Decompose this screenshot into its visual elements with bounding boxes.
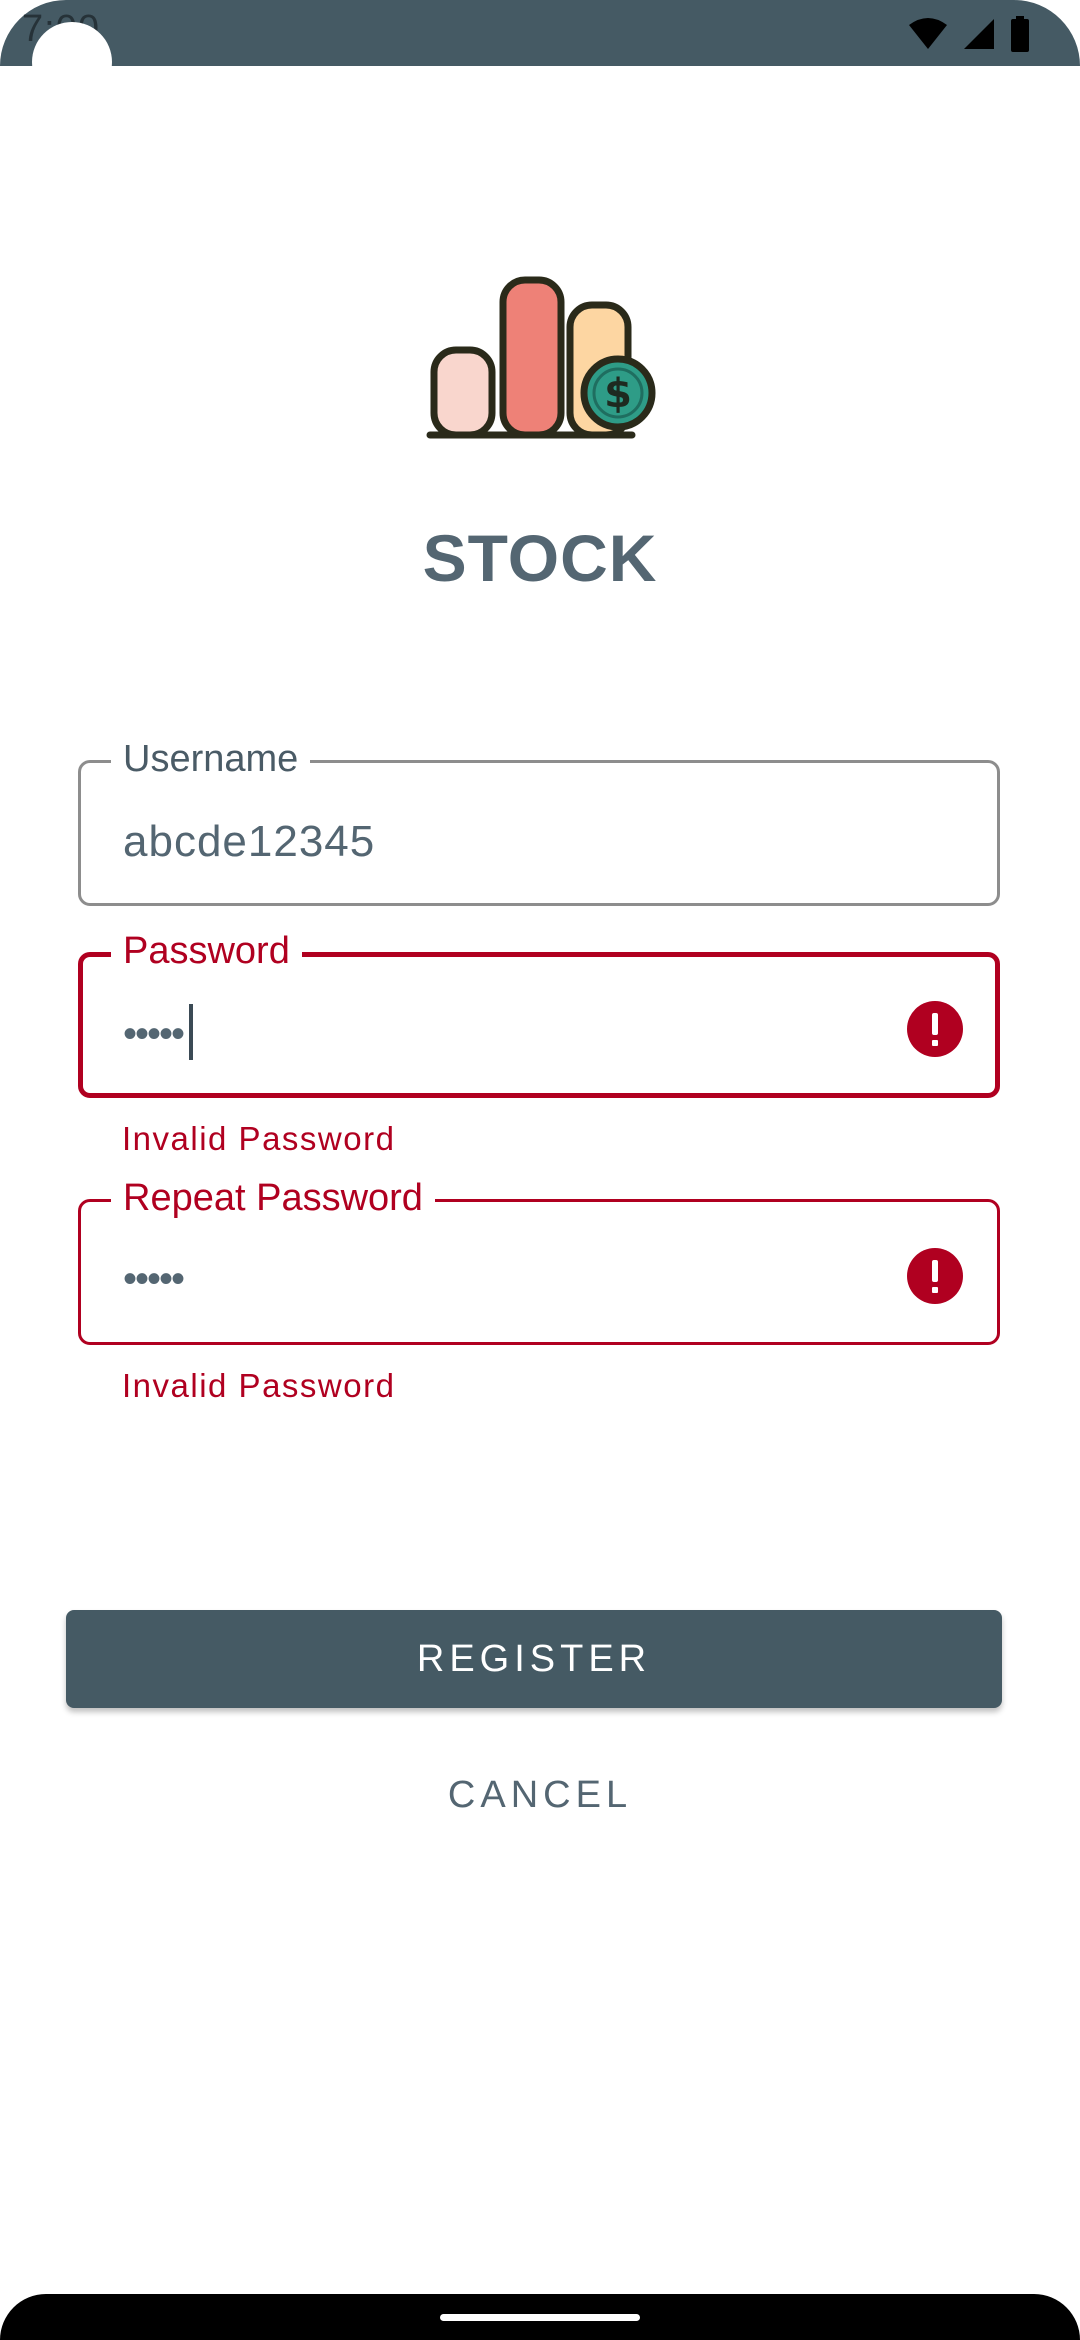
app-title: STOCK — [422, 521, 658, 595]
cellular-signal-icon — [964, 19, 994, 49]
error-icon — [907, 1248, 963, 1304]
home-indicator[interactable] — [440, 2314, 640, 2321]
status-bar: 7:00 — [0, 0, 1080, 102]
text-cursor — [189, 1004, 194, 1061]
password-label: Password — [111, 927, 302, 975]
password-error-text: Invalid Password — [122, 1120, 396, 1157]
username-field[interactable]: Username abcde12345 — [78, 735, 1000, 906]
battery-icon — [1011, 16, 1029, 52]
status-icons — [908, 14, 1030, 54]
stock-chart-dollar-icon: $ — [426, 276, 656, 439]
error-icon — [907, 1001, 963, 1057]
repeat-password-label: Repeat Password — [111, 1174, 435, 1222]
repeat-password-value: ••••• — [123, 1257, 185, 1301]
camera-cutout — [32, 22, 112, 102]
username-label: Username — [111, 735, 311, 783]
password-dots: ••••• — [123, 1012, 185, 1056]
repeat-password-error-text: Invalid Password — [122, 1367, 396, 1404]
register-button[interactable]: REGISTER — [66, 1610, 1002, 1708]
username-value: abcde12345 — [123, 817, 376, 866]
navigation-bar — [0, 2294, 1080, 2340]
repeat-password-field[interactable]: Repeat Password ••••• — [78, 1174, 1000, 1345]
cancel-button[interactable]: CANCEL — [390, 1760, 690, 1830]
register-screen: 7:00 $ STOCK Use — [0, 0, 1080, 2340]
password-value: ••••• — [123, 1004, 194, 1064]
wifi-icon — [909, 18, 947, 49]
password-field[interactable]: Password ••••• — [78, 927, 1000, 1098]
svg-text:$: $ — [604, 371, 632, 417]
